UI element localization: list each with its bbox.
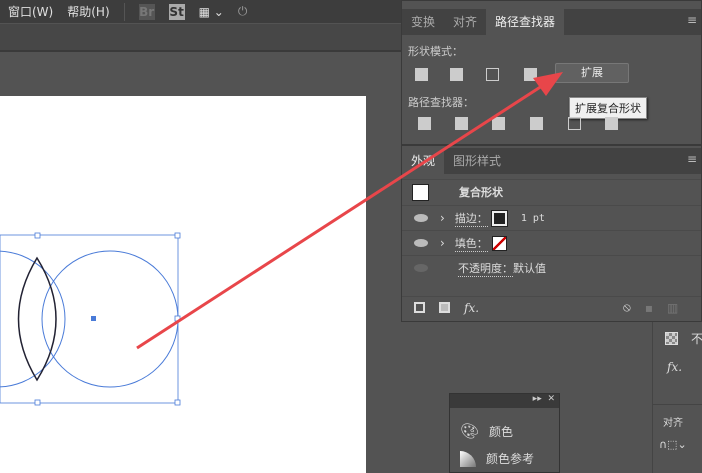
pathfinder-panel: 变换 对齐 路径查找器 ≡ 形状模式： 扩展 路径查找器： 扩展复合形状 外观 … — [401, 0, 702, 322]
shape-modes-label: 形状模式： — [408, 45, 463, 58]
center-point — [91, 316, 96, 321]
pathfinders-label: 路径查找器： — [408, 96, 474, 109]
tab-pathfinder[interactable]: 路径查找器 — [486, 9, 565, 35]
appearance-panel: 外观 图形样式 ≡ 复合形状 › 描边： 1 pt › 填色： 不透明度： 默认… — [402, 144, 701, 323]
right-circle — [41, 250, 179, 388]
minus-front-icon[interactable] — [450, 68, 463, 81]
chevron-right-icon[interactable]: › — [440, 211, 445, 225]
crop-icon[interactable] — [530, 117, 543, 130]
collapse-icon[interactable]: ▸▸ — [533, 394, 542, 404]
eye-icon[interactable] — [414, 264, 428, 272]
selection-box — [0, 234, 179, 404]
align-label[interactable]: 对齐 — [663, 414, 683, 429]
fx-icon[interactable]: fx. — [464, 301, 479, 315]
palette-icon: 🎨︎ — [460, 422, 480, 440]
close-icon[interactable]: ✕ — [547, 394, 555, 404]
tab-transform[interactable]: 变换 — [402, 9, 444, 35]
tab-align[interactable]: 对齐 — [444, 9, 486, 35]
expand-button[interactable]: 扩展 — [555, 63, 629, 83]
minus-back-icon[interactable] — [605, 117, 618, 130]
tooltip: 扩展复合形状 — [569, 97, 647, 119]
stroke-swatch[interactable] — [490, 209, 508, 227]
tab-graphic-styles[interactable]: 图形样式 — [444, 148, 510, 174]
panel-menu-icon[interactable]: ≡ — [687, 13, 697, 27]
fill-label[interactable]: 填色： — [454, 235, 488, 252]
opacity-label[interactable]: 不透明度： — [458, 260, 513, 277]
panel-menu-icon[interactable]: ≡ — [687, 152, 697, 166]
stroke-weight[interactable]: 1 pt — [521, 213, 545, 224]
add-fill-icon[interactable] — [439, 302, 450, 313]
exclude-icon[interactable] — [524, 68, 537, 81]
panel-item-color[interactable]: 🎨︎ 颜色 — [460, 422, 513, 440]
unite-icon[interactable] — [415, 68, 428, 81]
transparency-icon[interactable] — [665, 332, 678, 345]
stroke-label[interactable]: 描边： — [454, 210, 488, 227]
intersect-icon[interactable] — [486, 68, 499, 81]
trim-icon[interactable] — [455, 117, 468, 130]
divide-icon[interactable] — [418, 117, 431, 130]
trash-icon[interactable]: ▥ — [667, 301, 678, 315]
add-stroke-icon[interactable] — [414, 302, 425, 313]
merge-icon[interactable] — [492, 117, 505, 130]
eye-icon[interactable] — [414, 239, 428, 247]
opacity-partial: 不 — [691, 332, 702, 346]
color-guide-icon — [460, 450, 476, 467]
panel-item-color-guide[interactable]: 颜色参考 — [460, 450, 534, 467]
align-to-icon[interactable]: ∩⬚⌄ — [659, 438, 687, 451]
eye-icon[interactable] — [414, 214, 428, 222]
floating-panel: ▸▸ ✕ 🎨︎ 颜色 颜色参考 — [449, 393, 560, 473]
object-type: 复合形状 — [459, 186, 503, 199]
fx-icon[interactable]: fx. — [667, 360, 682, 374]
chevron-right-icon[interactable]: › — [440, 236, 445, 250]
opacity-value: 默认值 — [513, 262, 546, 275]
right-dock: 不 fx. 对齐 ∩⬚⌄ — [652, 322, 702, 473]
duplicate-icon[interactable]: ▪ — [645, 301, 653, 315]
fill-none-swatch[interactable] — [491, 235, 507, 251]
tab-appearance[interactable]: 外观 — [402, 148, 445, 174]
outline-icon[interactable] — [568, 117, 581, 130]
clear-appearance-icon[interactable]: ⦸ — [623, 300, 631, 315]
object-thumbnail — [412, 183, 429, 201]
